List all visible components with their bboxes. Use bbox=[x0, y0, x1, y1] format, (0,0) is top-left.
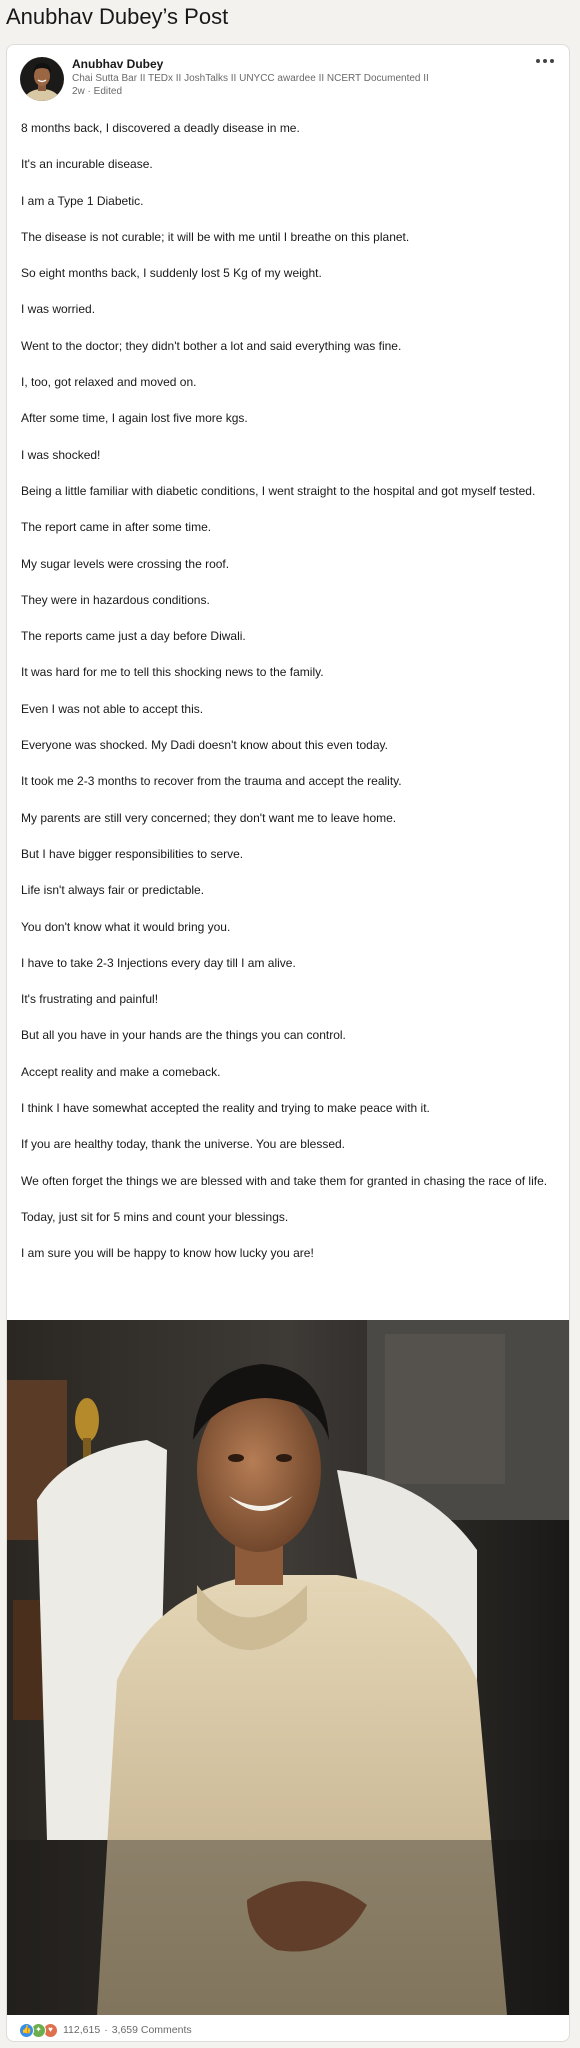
post-timestamp: 2w · Edited bbox=[72, 86, 123, 97]
post-paragraph: Today, just sit for 5 mins and count you… bbox=[21, 1209, 289, 1224]
reaction-count[interactable]: 112,615 bbox=[63, 2024, 100, 2036]
more-options-button[interactable] bbox=[531, 51, 559, 71]
post-paragraph: I am a Type 1 Diabetic. bbox=[21, 193, 144, 208]
post-paragraph: But all you have in your hands are the t… bbox=[21, 1028, 346, 1043]
post-paragraph: Life isn't always fair or predictable. bbox=[21, 883, 205, 898]
post-paragraph: We often forget the things we are blesse… bbox=[21, 1173, 548, 1188]
post-paragraph: It's frustrating and painful! bbox=[21, 992, 159, 1007]
post-paragraph: It took me 2-3 months to recover from th… bbox=[21, 774, 402, 789]
more-dot-icon bbox=[550, 59, 554, 63]
post-paragraph: They were in hazardous conditions. bbox=[21, 592, 210, 607]
post-body: 8 months back, I discovered a deadly dis… bbox=[21, 119, 557, 1281]
post-paragraph: Everyone was shocked. My Dadi doesn't kn… bbox=[21, 738, 388, 753]
post-paragraph: My sugar levels were crossing the roof. bbox=[21, 556, 230, 571]
post-paragraph: I was shocked! bbox=[21, 447, 101, 462]
post-paragraph: Accept reality and make a comeback. bbox=[21, 1064, 221, 1079]
post-paragraph: Even I was not able to accept this. bbox=[21, 701, 204, 716]
social-counts: 👍 ✦ ♥ 112,615 · 3,659 Comments bbox=[19, 2022, 192, 2038]
post-paragraph: My parents are still very concerned; the… bbox=[21, 810, 397, 825]
avatar[interactable] bbox=[20, 57, 64, 101]
post-paragraph: I have to take 2-3 Injections every day … bbox=[21, 955, 296, 970]
post-paragraph: It's an incurable disease. bbox=[21, 157, 153, 172]
post-paragraph: 8 months back, I discovered a deadly dis… bbox=[21, 121, 300, 135]
post-paragraph: I am sure you will be happy to know how … bbox=[21, 1246, 314, 1261]
post-paragraph: Went to the doctor; they didn't bother a… bbox=[21, 338, 402, 353]
post-paragraph: It was hard for me to tell this shocking… bbox=[21, 665, 324, 680]
post-paragraph: You don't know what it would bring you. bbox=[21, 919, 231, 934]
page-title: Anubhav Dubey’s Post bbox=[6, 4, 229, 29]
post-photo bbox=[7, 1320, 569, 2015]
post-card: Anubhav Dubey Chai Sutta Bar II TEDx II … bbox=[6, 44, 570, 2042]
post-paragraph: If you are healthy today, thank the univ… bbox=[21, 1137, 345, 1152]
post-paragraph: After some time, I again lost five more … bbox=[21, 411, 248, 426]
post-paragraph: Being a little familiar with diabetic co… bbox=[21, 483, 536, 498]
separator: · bbox=[104, 2024, 108, 2036]
post-header: Anubhav Dubey Chai Sutta Bar II TEDx II … bbox=[7, 45, 569, 109]
avatar-image bbox=[20, 57, 64, 101]
post-paragraph: The reports came just a day before Diwal… bbox=[21, 629, 246, 644]
post-paragraph: I, too, got relaxed and moved on. bbox=[21, 375, 197, 390]
post-paragraph: But I have bigger responsibilities to se… bbox=[21, 846, 244, 861]
author-headline: Chai Sutta Bar II TEDx II JoshTalks II U… bbox=[72, 73, 429, 84]
like-icon[interactable]: 👍 bbox=[19, 2022, 34, 2038]
more-dot-icon bbox=[536, 59, 540, 63]
post-paragraph: So eight months back, I suddenly lost 5 … bbox=[21, 266, 322, 281]
post-paragraph: I was worried. bbox=[21, 302, 96, 317]
comment-count[interactable]: 3,659 Comments bbox=[112, 2024, 192, 2036]
post-paragraph: I think I have somewhat accepted the rea… bbox=[21, 1101, 430, 1116]
more-dot-icon bbox=[543, 59, 547, 63]
author-name[interactable]: Anubhav Dubey bbox=[72, 57, 492, 72]
post-paragraph: The report came in after some time. bbox=[21, 520, 212, 535]
post-image[interactable] bbox=[7, 1320, 569, 2015]
post-paragraph: The disease is not curable; it will be w… bbox=[21, 229, 410, 244]
author-block: Anubhav Dubey Chai Sutta Bar II TEDx II … bbox=[72, 57, 492, 98]
